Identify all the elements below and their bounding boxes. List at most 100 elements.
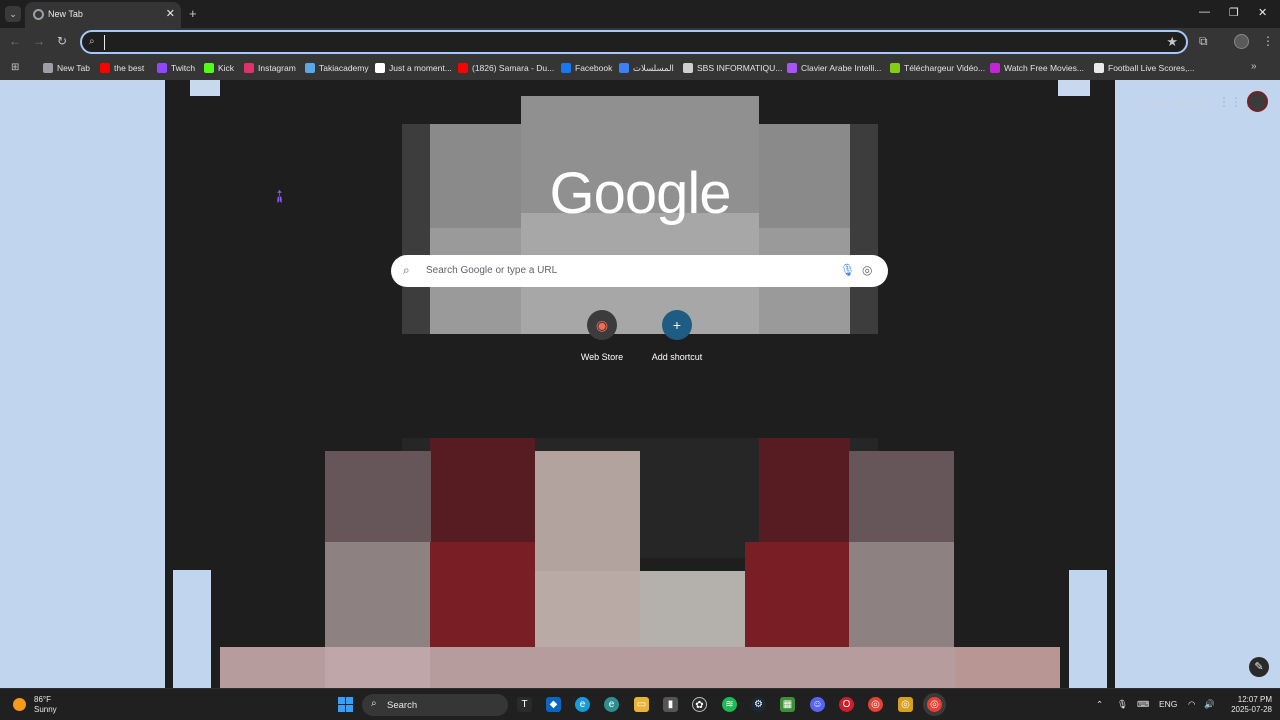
tab-search-chevron-icon[interactable]: ⌄ [5, 6, 21, 22]
bookmark-item[interactable]: Téléchargeur Vidéo... [890, 60, 985, 76]
bookmark-label: Kick [218, 63, 235, 73]
kick-icon [204, 63, 214, 73]
bookmark-label: the best [114, 63, 145, 73]
edge-icon[interactable]: e [575, 697, 590, 712]
language-indicator[interactable]: ENG [1159, 699, 1177, 709]
bookmark-label: Football Live Scores,... [1108, 63, 1195, 73]
discord-icon[interactable]: ☺ [810, 697, 825, 712]
gmail-link[interactable]: Gmail [1141, 96, 1166, 107]
restore-icon[interactable]: ❐ [1229, 6, 1239, 19]
bookmarks-bar: ⊞ New Tab the best Twitch Kick Instagram Taki… [0, 56, 1280, 80]
more-bookmarks-icon[interactable]: » [1251, 61, 1257, 72]
bookmark-item[interactable]: New Tab [43, 60, 90, 76]
reload-icon[interactable]: ↻ [57, 34, 67, 48]
shortcut-label: Add shortcut [651, 352, 703, 362]
bookmark-item[interactable]: المسلسلات [619, 60, 674, 76]
tray-chevron-icon[interactable]: ⌃ [1096, 699, 1103, 710]
chrome-icon[interactable]: ◎ [868, 697, 883, 712]
shortcut-label: Web Store [580, 352, 624, 362]
bookmark-item[interactable]: the best [100, 60, 144, 76]
new-tab-page: Gmail Images ⋮⋮⋮ Google ⌕ Search Google … [0, 80, 1280, 688]
movies-icon [990, 63, 1000, 73]
youtube-icon [100, 63, 110, 73]
bookmark-item[interactable]: Instagram [244, 60, 296, 76]
bookmark-label: Twitch [171, 63, 196, 73]
menu-icon[interactable]: ⋮ [1262, 34, 1274, 48]
pixel-block [640, 571, 745, 647]
pixel-block [535, 451, 640, 571]
microphone-icon[interactable]: 🎙 [840, 263, 855, 277]
bookmark-item[interactable]: Clavier Arabe Intelli... [787, 60, 881, 76]
microphone-icon[interactable]: 🎙 [1117, 699, 1128, 710]
bookmark-label: Just a moment... [389, 63, 452, 73]
pixel-block [849, 542, 954, 647]
bookmark-label: Takiacademy [319, 63, 369, 73]
weather-temperature[interactable]: 86°F [34, 695, 51, 704]
bookmark-star-icon[interactable]: ★ [1166, 34, 1178, 50]
takiacademy-icon [305, 63, 315, 73]
back-icon[interactable]: ← [9, 34, 21, 48]
bookmark-label: المسلسلات [633, 62, 674, 73]
bookmark-item[interactable]: Football Live Scores,... [1094, 60, 1194, 76]
wifi-icon[interactable]: ◠ [1188, 699, 1195, 710]
search-icon: ⌕ [371, 698, 377, 709]
address-input[interactable] [104, 35, 1144, 50]
text-input-icon[interactable]: T [517, 697, 532, 712]
clock-date[interactable]: 2025-07-28 [1222, 705, 1272, 714]
tab-new-tab[interactable]: New Tab ✕ [25, 2, 181, 28]
bookmark-label: Clavier Arabe Intelli... [801, 63, 882, 73]
bookmark-item[interactable]: Just a moment... [375, 60, 452, 76]
new-tab-icon [43, 63, 53, 73]
apps-grid-icon[interactable]: ⊞ [11, 62, 19, 73]
sbs-icon [683, 63, 693, 73]
pixel-block [325, 451, 431, 542]
taskbar-search[interactable]: ⌕ Search [362, 694, 508, 716]
account-avatar[interactable] [1247, 91, 1268, 112]
webstore-icon: ◉ [587, 310, 617, 340]
bookmark-item[interactable]: SBS INFORMATIQU... [683, 60, 782, 76]
forward-icon[interactable]: → [33, 34, 45, 48]
bookmark-item[interactable]: (1826) Samara - Du... [458, 60, 554, 76]
new-tab-button[interactable]: + [189, 6, 197, 21]
lens-camera-icon[interactable]: ◎ [862, 263, 872, 277]
bookmark-item[interactable]: Kick [204, 60, 234, 76]
close-window-icon[interactable]: ✕ [1258, 6, 1267, 19]
close-icon[interactable]: ✕ [166, 7, 175, 20]
bookmark-item[interactable]: Watch Free Movies... [990, 60, 1084, 76]
chrome-active-icon[interactable]: ◎ [927, 697, 942, 712]
download-icon [890, 63, 900, 73]
edge-beta-icon[interactable]: e [604, 697, 619, 712]
pixel-block [325, 542, 431, 647]
search-icon: ⌕ [403, 263, 410, 277]
bookmark-item[interactable]: Twitch [157, 60, 195, 76]
address-bar[interactable]: ⌕ ★ [80, 30, 1188, 54]
shortcut-web-store[interactable]: ◉ Web Store [567, 310, 637, 362]
youtube-icon [458, 63, 468, 73]
ntp-search-box[interactable]: ⌕ Search Google or type a URL 🎙 ◎ [391, 255, 888, 287]
images-link[interactable]: Images [1173, 96, 1204, 107]
spotify-icon[interactable]: ≋ [722, 697, 737, 712]
usb-drive-icon[interactable]: ▮ [663, 697, 678, 712]
chatgpt-icon[interactable]: ✿ [692, 697, 707, 712]
tab-title: New Tab [48, 9, 83, 19]
pixel-block [535, 571, 640, 647]
bookmark-item[interactable]: Takiacademy [305, 60, 369, 76]
weather-condition[interactable]: Sunny [34, 705, 57, 714]
start-windows-icon[interactable] [338, 697, 353, 712]
extensions-icon[interactable]: ⧉ [1199, 34, 1208, 49]
customize-pencil-icon[interactable]: ✎ [1249, 657, 1269, 677]
minimize-icon[interactable]: — [1199, 6, 1210, 18]
steam-icon[interactable]: ⚙ [751, 697, 766, 712]
weather-sun-icon[interactable] [13, 698, 26, 711]
opera-icon[interactable]: O [839, 697, 854, 712]
shortcut-add[interactable]: + Add shortcut [642, 310, 712, 362]
volume-icon[interactable]: 🔊 [1204, 699, 1215, 710]
profile-avatar[interactable] [1234, 34, 1249, 49]
vscode-icon[interactable]: ◆ [546, 697, 561, 712]
file-explorer-icon[interactable]: ▭ [634, 697, 649, 712]
chrome-canary-icon[interactable]: ◎ [898, 697, 913, 712]
bookmark-item[interactable]: Facebook [561, 60, 612, 76]
minecraft-icon[interactable]: ▦ [780, 697, 795, 712]
keyboard-icon[interactable]: ⌨ [1137, 699, 1149, 710]
clock-time[interactable]: 12:07 PM [1228, 695, 1272, 704]
